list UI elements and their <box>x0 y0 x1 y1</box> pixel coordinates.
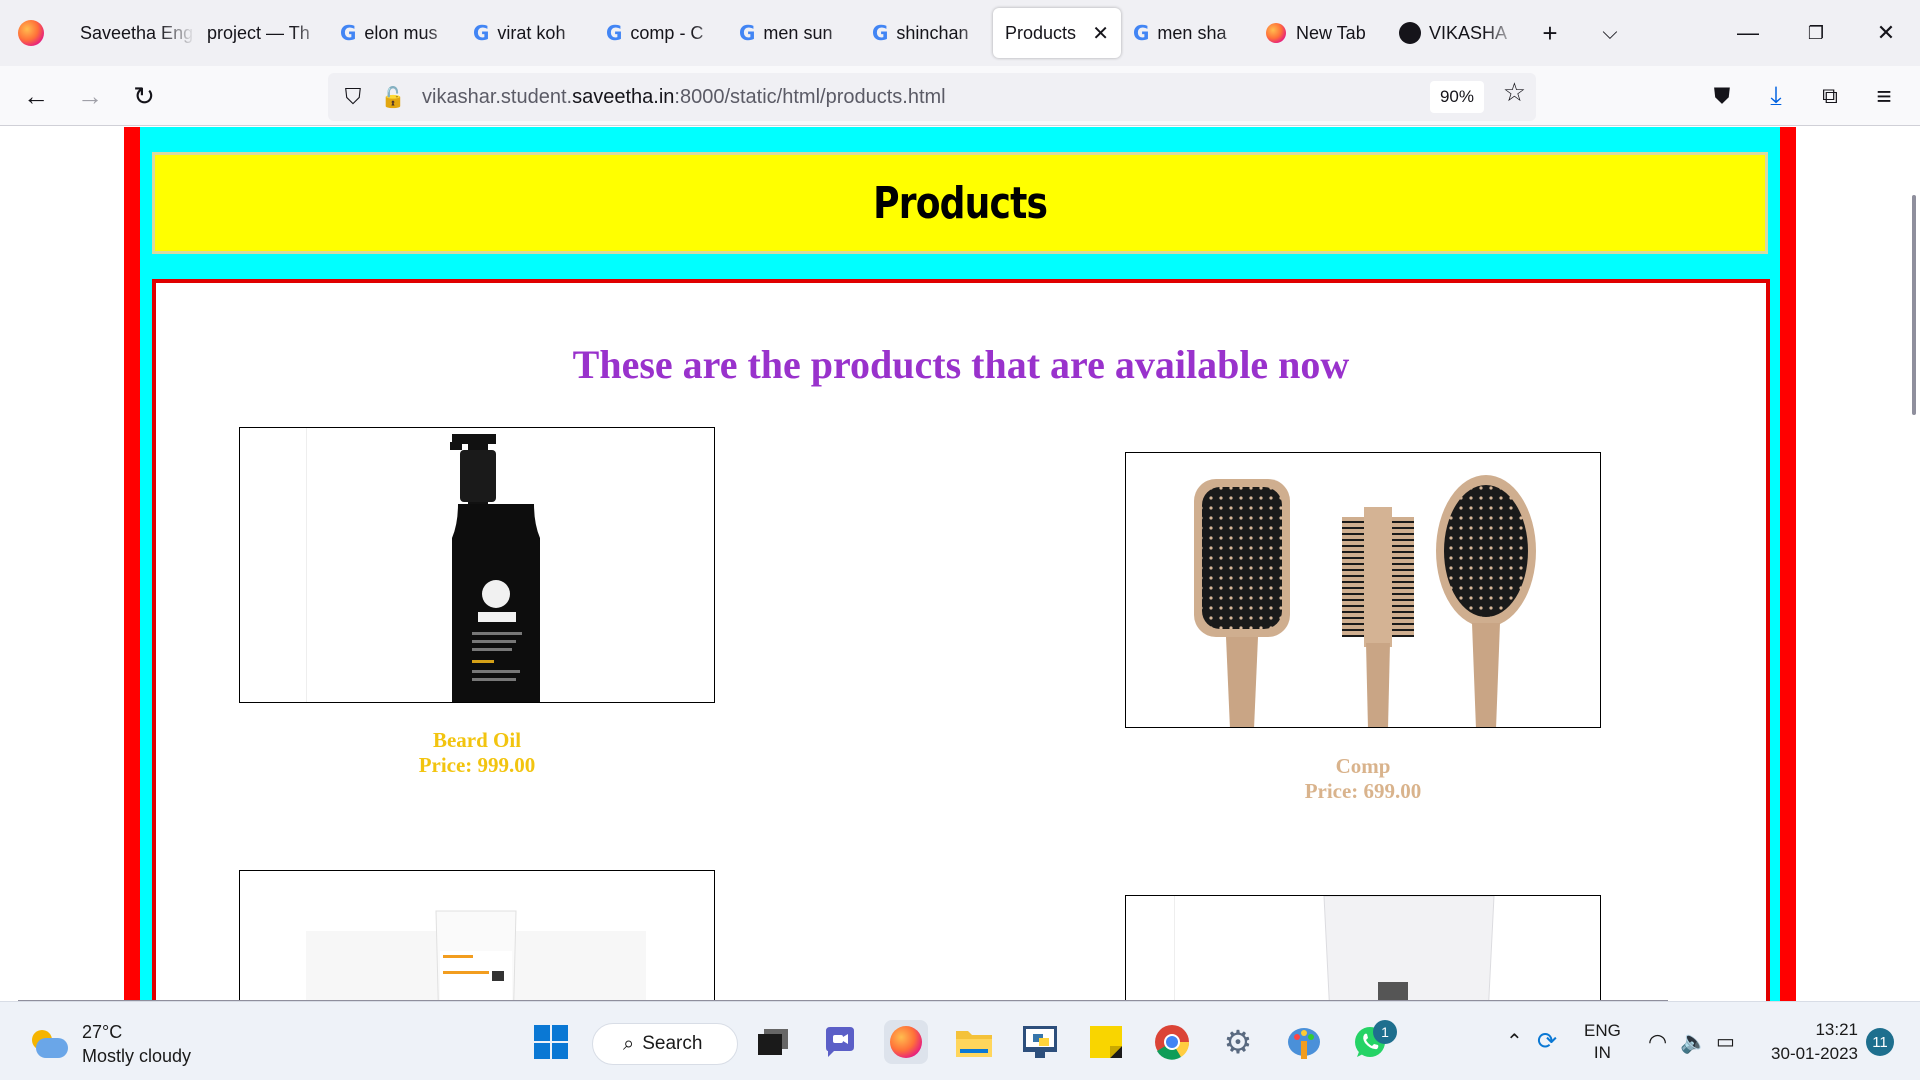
comp-label: Comp Price: 699.00 <box>1125 754 1601 804</box>
vertical-scrollbar[interactable] <box>1912 195 1916 415</box>
clock[interactable]: 13:21 30-01-2023 <box>1762 1002 1858 1081</box>
google-icon: G <box>473 21 490 45</box>
python-idle-icon[interactable] <box>1018 1020 1062 1064</box>
windows-start-icon[interactable] <box>529 1020 573 1064</box>
extensions-icon[interactable]: ⧉ <box>1808 74 1852 118</box>
url-text[interactable]: vikashar.student.saveetha.in:8000/static… <box>422 86 946 109</box>
volume-icon[interactable]: 🔈 <box>1680 1002 1707 1081</box>
zoom-level-button[interactable]: 90% <box>1429 81 1484 113</box>
task-view-icon[interactable] <box>751 1020 795 1064</box>
comp-image <box>1125 452 1601 728</box>
tracking-shield-icon[interactable]: ⛉ <box>338 84 368 110</box>
hamburger-menu-icon[interactable]: ≡ <box>1862 74 1906 118</box>
search-label: Search <box>642 1033 703 1054</box>
search-icon: ⌕ <box>623 1032 635 1055</box>
google-icon: G <box>340 21 357 45</box>
taskbar-search[interactable]: ⌕ Search <box>592 1023 738 1065</box>
github-icon <box>1399 22 1421 44</box>
tab-shinchan[interactable]: G shinchan <box>860 8 993 58</box>
weather-widget[interactable]: 27°C Mostly cloudy <box>28 1020 191 1068</box>
tab-products[interactable]: Products ✕ <box>993 8 1121 58</box>
wifi-icon[interactable]: ◠ <box>1648 1002 1667 1081</box>
lang-top: ENG <box>1584 1020 1621 1040</box>
tab-men-sun[interactable]: G men sun <box>727 8 860 58</box>
time: 13:21 <box>1815 1019 1858 1039</box>
tab-label: New Tab <box>1296 22 1366 43</box>
pocket-icon[interactable]: ⛊ <box>1700 74 1744 118</box>
settings-gear-icon[interactable]: ⚙ <box>1216 1020 1260 1064</box>
partly-cloudy-icon <box>28 1030 68 1058</box>
beard-oil-image <box>239 427 715 703</box>
forward-arrow-icon[interactable]: → <box>68 74 112 118</box>
page-title: Products <box>872 177 1048 229</box>
temperature: 27°C <box>82 1022 123 1042</box>
product-name: Beard Oil <box>432 728 522 752</box>
navigation-bar: ← → ↻ ⛉ 🔓 vikashar.student.saveetha.in:8… <box>0 66 1920 126</box>
firefox-menu-icon[interactable] <box>0 0 62 66</box>
file-explorer-icon[interactable] <box>952 1020 996 1064</box>
page-header: Products <box>152 152 1768 254</box>
products-subtitle: These are the products that are availabl… <box>572 342 1350 387</box>
google-icon: G <box>606 21 623 45</box>
google-icon: G <box>872 21 889 45</box>
sunscreen-image <box>239 870 715 1001</box>
tab-virat-kohli[interactable]: G virat koh <box>461 8 594 58</box>
google-icon: G <box>739 21 756 45</box>
tab-project[interactable]: project — Th <box>195 8 328 58</box>
windows-taskbar: 27°C Mostly cloudy ⌕ Search ⚙ 1 ⌃ ⟳ ENG <box>0 1001 1920 1080</box>
battery-icon[interactable]: ▭ <box>1716 1002 1735 1081</box>
list-all-tabs-chevron-icon[interactable]: ⌵ <box>1580 8 1640 58</box>
tab-elon-musk[interactable]: G elon mus <box>328 8 461 58</box>
sticky-notes-icon[interactable] <box>1084 1020 1128 1064</box>
close-tab-icon[interactable]: ✕ <box>1092 21 1109 46</box>
downloads-icon[interactable]: ⤓ <box>1754 74 1798 118</box>
page-viewport: Products These are the products that are… <box>0 127 1920 1001</box>
date: 30-01-2023 <box>1771 1043 1858 1063</box>
tab-github[interactable]: VIKASHA <box>1387 8 1520 58</box>
tab-new-tab[interactable]: New Tab <box>1254 8 1387 58</box>
paint-icon[interactable] <box>1282 1020 1326 1064</box>
sync-icon[interactable]: ⟳ <box>1537 1002 1557 1081</box>
chrome-icon[interactable] <box>1150 1020 1194 1064</box>
tab-comp[interactable]: G comp - C <box>594 8 727 58</box>
tab-men-sha[interactable]: G men sha <box>1121 8 1254 58</box>
tab-strip: Saveetha Eng project — Th G elon mus G v… <box>0 0 1920 66</box>
restore-icon[interactable]: ❐ <box>1782 0 1850 66</box>
close-window-icon[interactable]: ✕ <box>1852 0 1920 66</box>
minimize-icon[interactable]: — <box>1714 0 1782 66</box>
product-name: Comp <box>1335 754 1391 778</box>
tab-label: virat koh <box>497 22 566 43</box>
tab-saveetha[interactable]: Saveetha Eng <box>62 8 195 58</box>
teams-chat-icon[interactable] <box>818 1020 862 1064</box>
google-icon: G <box>1133 21 1150 45</box>
firefox-icon <box>1266 23 1286 43</box>
product-price: Price: 699.00 <box>1304 779 1422 803</box>
tab-label: men sha <box>1157 22 1227 43</box>
whatsapp-badge: 1 <box>1373 1020 1397 1044</box>
lang-bottom: IN <box>1593 1042 1611 1062</box>
notification-badge[interactable]: 11 <box>1866 1028 1894 1056</box>
url-bar[interactable]: ⛉ 🔓 vikashar.student.saveetha.in:8000/st… <box>328 73 1536 121</box>
language-indicator[interactable]: ENG IN <box>1584 1002 1621 1081</box>
reload-icon[interactable]: ↻ <box>122 74 166 118</box>
back-arrow-icon[interactable]: ← <box>14 74 58 118</box>
beard-oil-label: Beard Oil Price: 999.00 <box>239 728 715 778</box>
tab-label: men sun <box>763 22 833 43</box>
products-section: These are the products that are availabl… <box>152 279 1770 1001</box>
bookmark-star-icon[interactable]: ☆ <box>1503 77 1526 108</box>
tab-label: Products <box>1005 22 1077 43</box>
new-tab-plus-icon[interactable]: + <box>1520 8 1580 58</box>
face-wash-image <box>1125 895 1601 1001</box>
weather-condition: Mostly cloudy <box>82 1046 192 1066</box>
product-price: Price: 999.00 <box>418 753 536 777</box>
show-hidden-icons-chevron[interactable]: ⌃ <box>1506 1002 1523 1081</box>
insecure-lock-icon[interactable]: 🔓 <box>378 85 408 110</box>
firefox-taskbar-icon[interactable] <box>884 1020 928 1064</box>
